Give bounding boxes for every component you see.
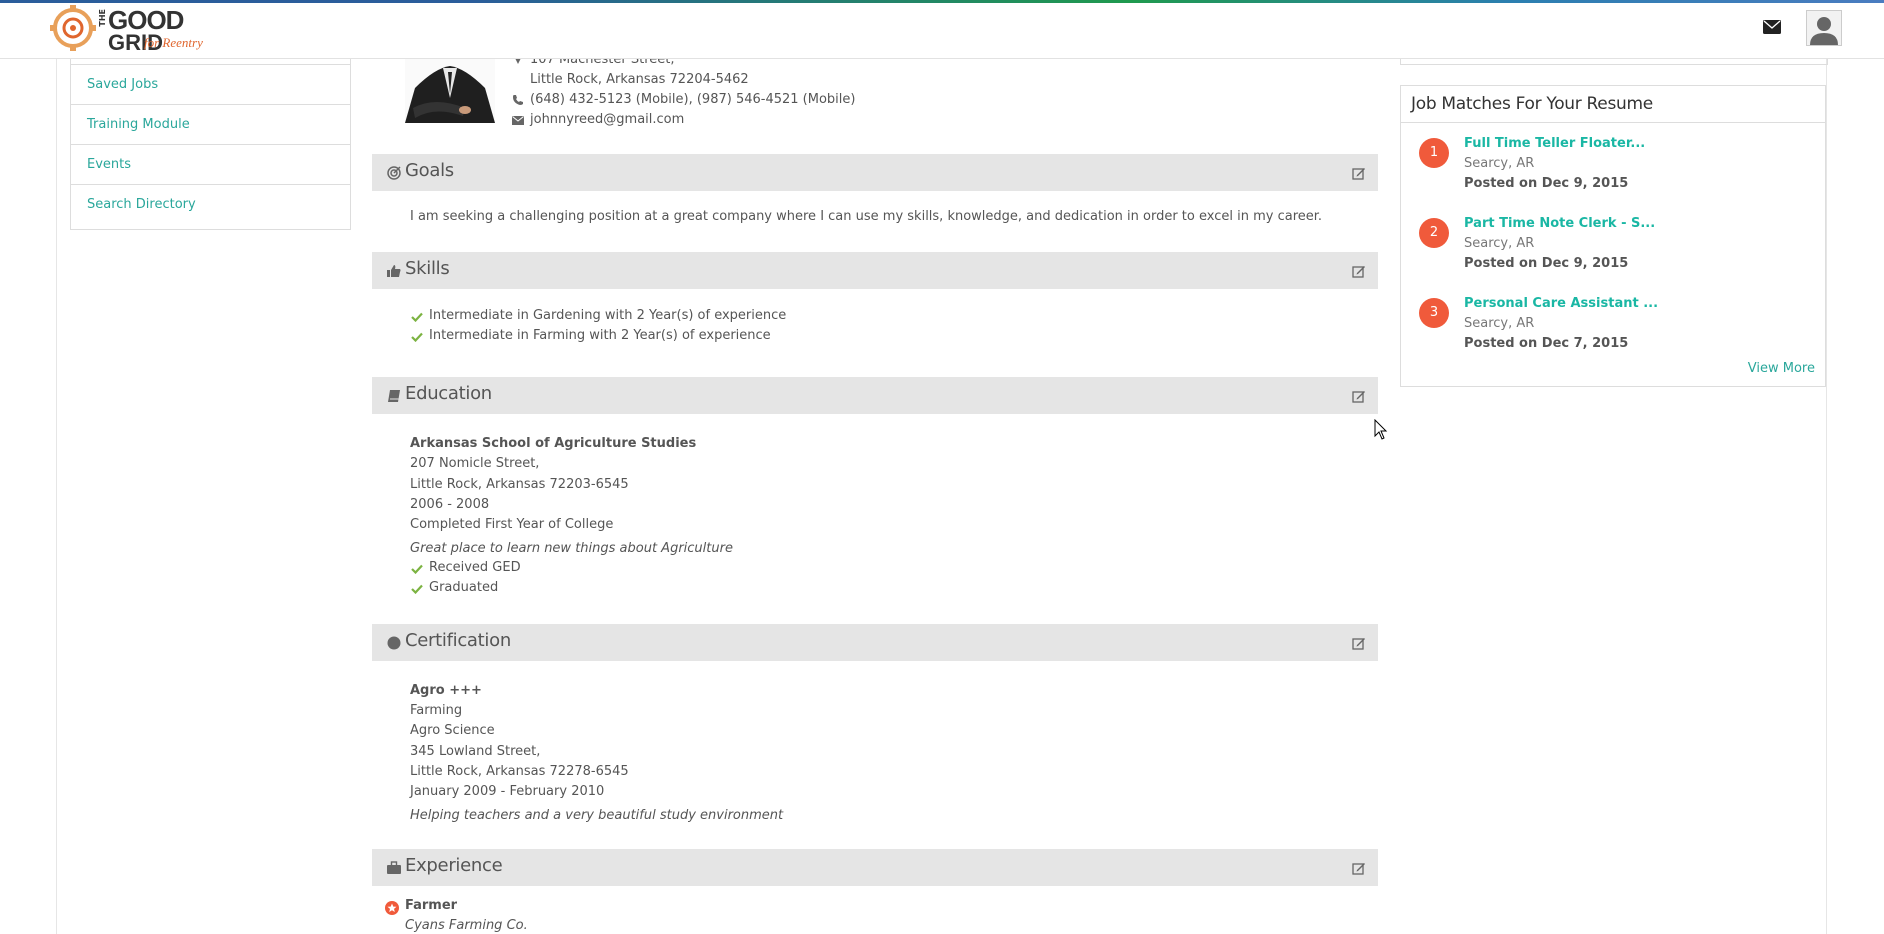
book-icon bbox=[388, 390, 400, 402]
skills-title: Skills bbox=[405, 258, 450, 279]
certification-org: Agro Science bbox=[410, 723, 495, 738]
job-location: Searcy, AR bbox=[1464, 156, 1535, 171]
check-icon bbox=[411, 332, 423, 342]
sidebar-item-training-module[interactable]: Training Module bbox=[71, 104, 350, 144]
top-color-stripe bbox=[0, 0, 1884, 3]
job-posted-date: Posted on Dec 7, 2015 bbox=[1464, 336, 1629, 351]
experience-job-title: Farmer bbox=[405, 898, 458, 913]
experience-title: Experience bbox=[405, 855, 503, 876]
certification-dates: January 2009 - February 2010 bbox=[410, 784, 605, 799]
gear-logo-icon bbox=[50, 5, 96, 51]
sidebar-item-saved-jobs[interactable]: Saved Jobs bbox=[71, 64, 350, 104]
check-icon bbox=[411, 564, 423, 574]
education-section-header: Education bbox=[372, 377, 1378, 414]
education-check-item: Received GED bbox=[429, 560, 521, 575]
email-address: johnnyreed@gmail.com bbox=[530, 112, 685, 127]
job-posted-date: Posted on Dec 9, 2015 bbox=[1464, 256, 1629, 271]
phone-icon bbox=[513, 95, 523, 105]
education-years: 2006 - 2008 bbox=[410, 497, 490, 512]
phone-numbers: (648) 432-5123 (Mobile), (987) 546-4521 … bbox=[530, 92, 856, 107]
job-title-link[interactable]: Full Time Teller Floater... bbox=[1464, 136, 1645, 151]
education-check-item: Graduated bbox=[429, 580, 499, 595]
job-title-link[interactable]: Part Time Note Clerk - S... bbox=[1464, 216, 1655, 231]
user-avatar-icon[interactable] bbox=[1806, 10, 1842, 46]
experience-section-header: Experience bbox=[372, 849, 1378, 886]
certification-city: Little Rock, Arkansas 72278-6545 bbox=[410, 764, 629, 779]
job-number-badge: 1 bbox=[1419, 138, 1449, 168]
edit-goals-icon[interactable] bbox=[1352, 166, 1366, 180]
certification-name: Agro +++ bbox=[410, 683, 482, 698]
goals-title: Goals bbox=[405, 160, 454, 181]
briefcase-icon bbox=[387, 861, 401, 874]
skill-item: Intermediate in Gardening with 2 Year(s)… bbox=[429, 308, 787, 323]
certification-comment: Helping teachers and a very beautiful st… bbox=[410, 808, 784, 823]
education-school: Arkansas School of Agriculture Studies bbox=[410, 436, 697, 451]
sidebar-menu: Saved Jobs Training Module Events Search… bbox=[70, 58, 351, 230]
certificate-icon bbox=[387, 636, 401, 650]
star-badge-icon bbox=[385, 901, 399, 915]
certification-section-header: Certification bbox=[372, 624, 1378, 661]
skill-item: Intermediate in Farming with 2 Year(s) o… bbox=[429, 328, 771, 343]
education-street: 207 Nomicle Street, bbox=[410, 456, 540, 471]
profile-photo bbox=[405, 58, 495, 123]
job-posted-date: Posted on Dec 9, 2015 bbox=[1464, 176, 1629, 191]
logo-tagline: for Reentry bbox=[144, 35, 203, 50]
page-frame-left bbox=[56, 58, 57, 934]
job-location: Searcy, AR bbox=[1464, 236, 1535, 251]
logo-the: THE bbox=[98, 9, 107, 27]
certification-title: Certification bbox=[405, 630, 511, 651]
address-line-2: Little Rock, Arkansas 72204-5462 bbox=[530, 72, 749, 87]
job-matches-title: Job Matches For Your Resume bbox=[1401, 86, 1825, 123]
skills-section-header: Skills bbox=[372, 252, 1378, 289]
certification-street: 345 Lowland Street, bbox=[410, 744, 541, 759]
mouse-cursor-icon bbox=[1374, 419, 1388, 440]
envelope-icon[interactable] bbox=[1763, 20, 1781, 34]
page-frame-right bbox=[1826, 58, 1827, 934]
job-matches-panel: Job Matches For Your Resume 1 Full Time … bbox=[1400, 85, 1826, 387]
site-logo[interactable]: THE GOOD GRID for Reentry bbox=[50, 3, 208, 54]
check-icon bbox=[411, 312, 423, 322]
education-city: Little Rock, Arkansas 72203-6545 bbox=[410, 477, 629, 492]
certification-field: Farming bbox=[410, 703, 463, 718]
edit-certification-icon[interactable] bbox=[1352, 636, 1366, 650]
goals-text: I am seeking a challenging position at a… bbox=[410, 209, 1323, 224]
thumbs-up-icon bbox=[387, 265, 401, 277]
contact-info: 107 Machester Street, Little Rock, Arkan… bbox=[512, 50, 855, 130]
job-number-badge: 3 bbox=[1419, 298, 1449, 328]
edit-education-icon[interactable] bbox=[1352, 389, 1366, 403]
goals-section-header: Goals bbox=[372, 154, 1378, 191]
bullseye-icon bbox=[387, 166, 401, 180]
view-more-link[interactable]: View More bbox=[1748, 361, 1815, 376]
experience-company: Cyans Farming Co. bbox=[405, 918, 528, 933]
edit-skills-icon[interactable] bbox=[1352, 264, 1366, 278]
envelope-icon bbox=[512, 116, 524, 125]
education-level: Completed First Year of College bbox=[410, 517, 614, 532]
top-navbar: THE GOOD GRID for Reentry bbox=[0, 0, 1884, 59]
education-title: Education bbox=[405, 383, 492, 404]
job-number-badge: 2 bbox=[1419, 218, 1449, 248]
sidebar-item-search-directory[interactable]: Search Directory bbox=[71, 184, 350, 224]
check-icon bbox=[411, 584, 423, 594]
education-comment: Great place to learn new things about Ag… bbox=[410, 541, 733, 556]
sidebar-item-events[interactable]: Events bbox=[71, 144, 350, 184]
job-location: Searcy, AR bbox=[1464, 316, 1535, 331]
job-title-link[interactable]: Personal Care Assistant ... bbox=[1464, 296, 1658, 311]
edit-experience-icon[interactable] bbox=[1352, 861, 1366, 875]
right-panel-top-edge bbox=[1400, 58, 1828, 65]
